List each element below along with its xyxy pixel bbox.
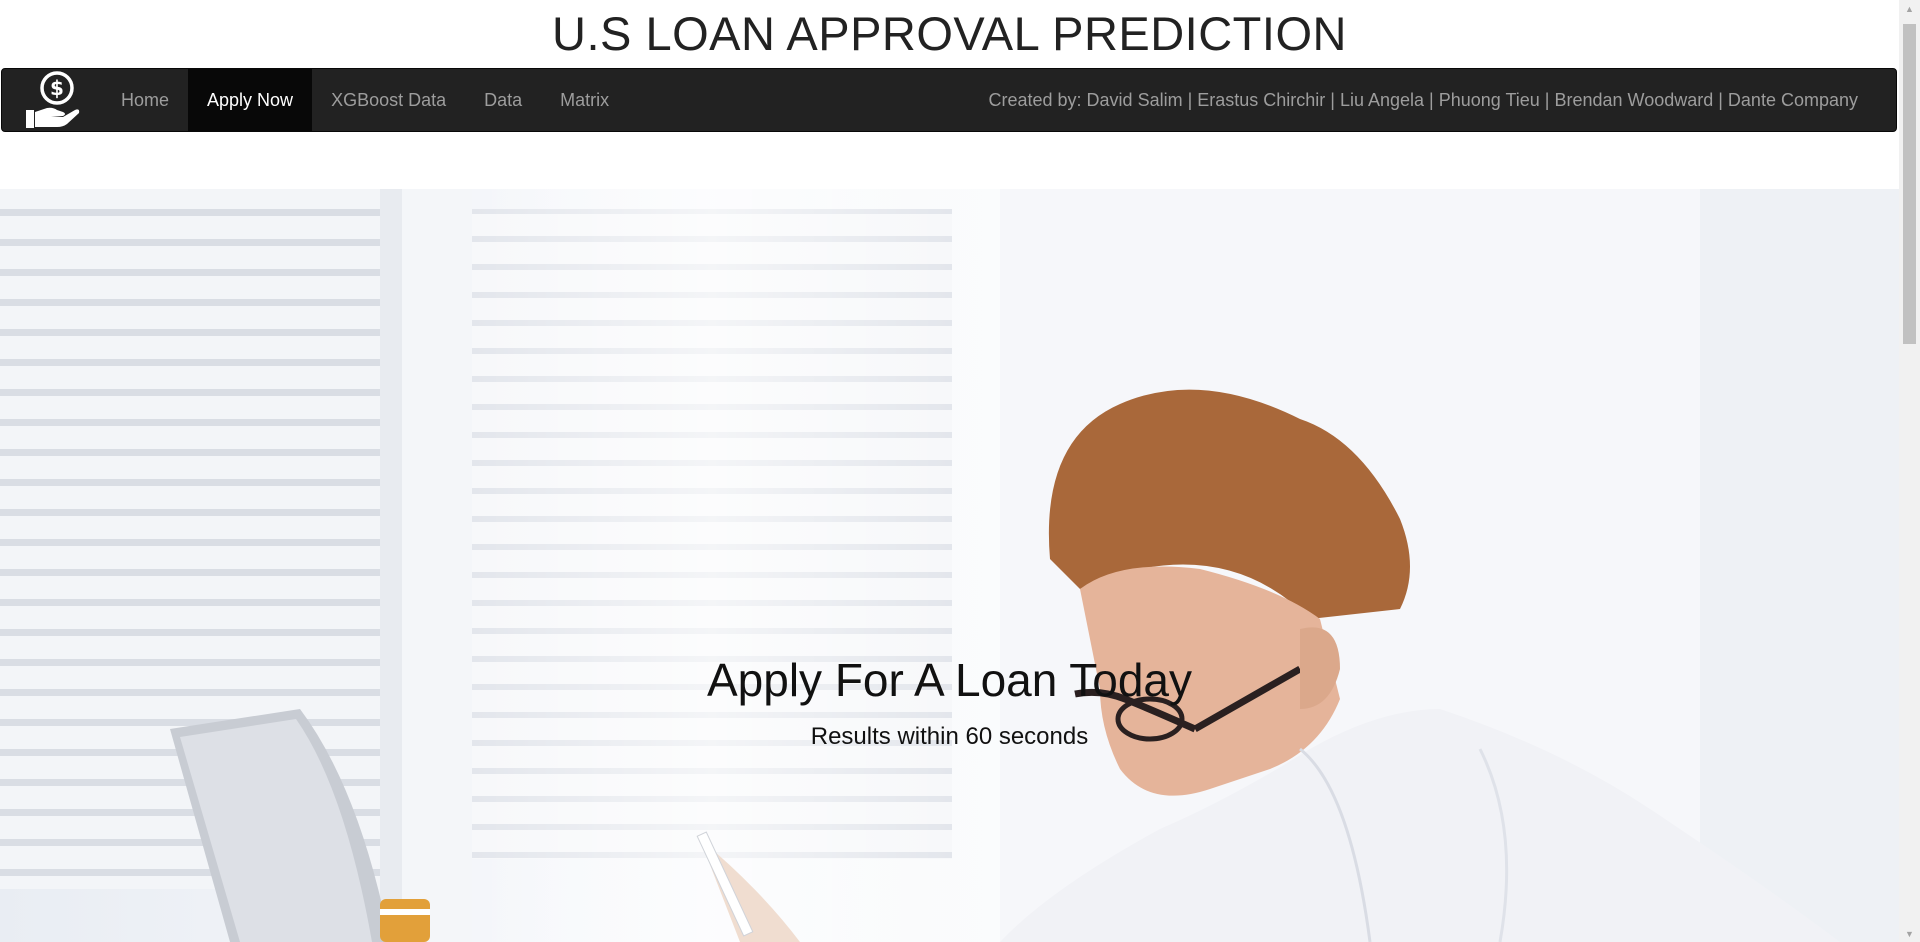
brand-logo[interactable]: $ xyxy=(2,69,102,131)
scroll-thumb[interactable] xyxy=(1903,24,1916,344)
nav-data[interactable]: Data xyxy=(465,69,541,131)
hand-holding-dollar-icon: $ xyxy=(26,71,80,128)
nav-xgboost-data[interactable]: XGBoost Data xyxy=(312,69,465,131)
page: U.S LOAN APPROVAL PREDICTION $ Home Appl… xyxy=(0,0,1899,942)
scroll-down-icon[interactable]: ▼ xyxy=(1899,925,1920,942)
scroll-up-icon[interactable]: ▲ xyxy=(1899,0,1920,17)
page-title: U.S LOAN APPROVAL PREDICTION xyxy=(552,7,1347,60)
hero-background-image xyxy=(0,189,1899,942)
hero-banner: Apply For A Loan Today Results within 60… xyxy=(0,189,1899,942)
nav-menu: Home Apply Now XGBoost Data Data Matrix xyxy=(102,69,628,131)
nav-apply-now[interactable]: Apply Now xyxy=(188,69,313,131)
vertical-scrollbar[interactable]: ▲ ▼ xyxy=(1899,0,1920,942)
hero-heading: Apply For A Loan Today xyxy=(706,654,1193,706)
nav-matrix[interactable]: Matrix xyxy=(541,69,628,131)
nav-home[interactable]: Home xyxy=(102,69,188,131)
hero-subheading: Results within 60 seconds xyxy=(810,723,1089,750)
svg-text:$: $ xyxy=(50,76,64,100)
authors-credits: Created by: David Salim | Erastus Chirch… xyxy=(988,89,1859,110)
navbar: $ Home Apply Now XGBoost Data Data Matri… xyxy=(1,68,1897,132)
